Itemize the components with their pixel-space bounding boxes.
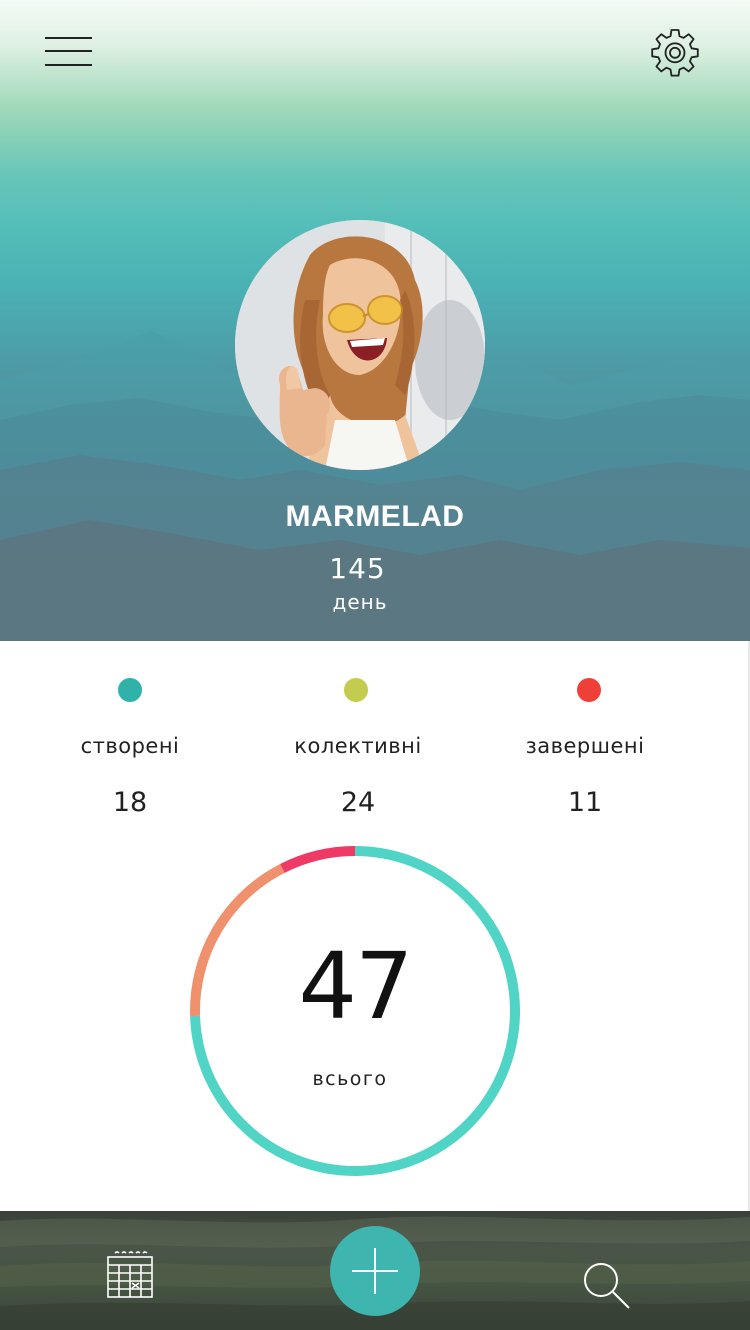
username: MARMELAD	[285, 500, 465, 533]
stat-value: 11	[567, 787, 603, 818]
add-button[interactable]	[330, 1226, 420, 1316]
plus-icon	[352, 1248, 398, 1294]
stat-completed[interactable]: завершені 11	[465, 641, 705, 831]
calendar-icon[interactable]	[105, 1251, 155, 1301]
total-count: 47	[298, 933, 413, 1040]
stat-created[interactable]: створені 18	[10, 641, 250, 831]
total-label: всього	[312, 1068, 388, 1090]
legend-dot-collective	[344, 678, 368, 702]
menu-line	[45, 50, 92, 52]
day-counter-label: день	[332, 590, 388, 614]
stats-panel: створені 18 колективні 24 завершені 11 4…	[0, 641, 750, 1211]
stat-value: 18	[112, 787, 148, 818]
menu-line	[45, 64, 92, 66]
profile-header: MARMELAD 145 день	[0, 0, 750, 641]
stat-label: завершені	[525, 734, 645, 758]
hamburger-menu-icon[interactable]	[45, 36, 93, 68]
bottom-nav	[0, 1211, 750, 1330]
legend-dot-created	[118, 678, 142, 702]
stat-collective[interactable]: колективні 24	[238, 641, 478, 831]
avatar[interactable]	[235, 220, 485, 470]
stat-label: створені	[80, 734, 180, 758]
donut-segment-completed	[280, 846, 356, 873]
legend-dot-completed	[577, 678, 601, 702]
day-counter: 145	[329, 552, 386, 585]
gear-icon[interactable]	[650, 27, 700, 77]
avatar-photo	[235, 220, 485, 470]
search-icon[interactable]	[580, 1259, 632, 1311]
menu-line	[45, 37, 92, 39]
stat-label: колективні	[294, 734, 422, 758]
stat-value: 24	[340, 787, 376, 818]
